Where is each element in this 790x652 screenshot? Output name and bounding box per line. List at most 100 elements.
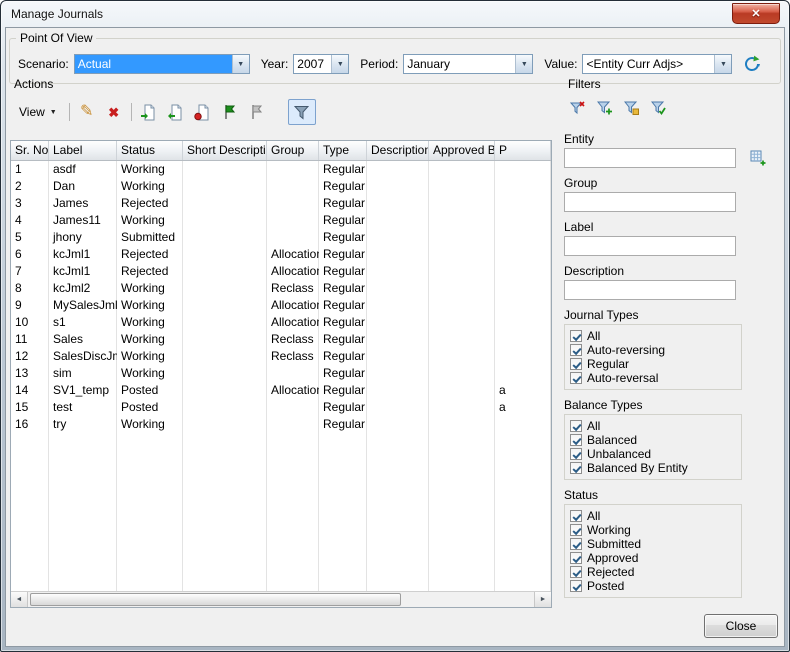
window-close-button[interactable]: ✕ xyxy=(732,3,780,24)
apply-filter-icon[interactable] xyxy=(649,98,669,118)
value-dropdown[interactable]: <Entity Curr Adjs> ▼ xyxy=(582,54,732,74)
checkbox-row[interactable]: All xyxy=(570,329,741,343)
year-dropdown[interactable]: 2007 ▼ xyxy=(293,54,349,74)
table-row[interactable]: 10s1WorkingAllocationRegular xyxy=(11,314,551,331)
close-icon: ✕ xyxy=(751,7,760,20)
checkbox-icon[interactable] xyxy=(570,330,582,342)
table-row[interactable]: 6kcJml1RejectedAllocationRegular xyxy=(11,246,551,263)
scrollbar-thumb[interactable] xyxy=(30,593,401,606)
table-row[interactable]: 13simWorkingRegular xyxy=(11,365,551,382)
scroll-left-button[interactable]: ◄ xyxy=(11,592,28,607)
checkbox-row[interactable]: Auto-reversing xyxy=(570,343,741,357)
table-cell: 4 xyxy=(11,212,49,229)
table-row[interactable]: 15testPostedRegulara xyxy=(11,399,551,416)
filter-icon[interactable] xyxy=(288,99,316,125)
checkbox-row[interactable]: All xyxy=(570,419,741,433)
table-row[interactable]: 14SV1_tempPostedAllocationRegulara xyxy=(11,382,551,399)
entity-filter-label: Entity xyxy=(564,132,766,146)
table-row[interactable]: 7kcJml1RejectedAllocationRegular xyxy=(11,263,551,280)
checkbox-icon[interactable] xyxy=(570,420,582,432)
group-filter-input[interactable] xyxy=(564,192,736,212)
checkbox-icon[interactable] xyxy=(570,344,582,356)
checkbox-icon[interactable] xyxy=(570,566,582,578)
scenario-dropdown[interactable]: Actual ▼ xyxy=(74,54,250,74)
view-menu-label: View xyxy=(19,105,45,119)
table-row[interactable]: 1asdfWorkingRegular xyxy=(11,161,551,178)
checkbox-row[interactable]: All xyxy=(570,509,741,523)
table-cell xyxy=(495,246,551,263)
checkbox-icon[interactable] xyxy=(570,434,582,446)
checkbox-icon[interactable] xyxy=(570,358,582,370)
checkbox-row[interactable]: Unbalanced xyxy=(570,447,741,461)
checkbox-row[interactable]: Submitted xyxy=(570,537,741,551)
checkbox-icon[interactable] xyxy=(570,448,582,460)
table-row[interactable]: 3JamesRejectedRegular xyxy=(11,195,551,212)
post-journal-icon[interactable] xyxy=(166,102,186,122)
column-header[interactable]: P xyxy=(495,141,551,160)
entity-picker-icon[interactable] xyxy=(749,150,766,167)
checkbox-row[interactable]: Posted xyxy=(570,579,741,593)
chevron-down-icon[interactable]: ▼ xyxy=(331,55,348,73)
horizontal-scrollbar[interactable]: ◄ ► xyxy=(11,591,551,607)
checkbox-icon[interactable] xyxy=(570,524,582,536)
approve-flag-icon[interactable] xyxy=(220,102,240,122)
checkbox-icon[interactable] xyxy=(570,552,582,564)
edit-filter-icon[interactable] xyxy=(622,98,642,118)
reset-filter-icon[interactable] xyxy=(568,98,588,118)
table-row[interactable]: 2DanWorkingRegular xyxy=(11,178,551,195)
checkbox-row[interactable]: Working xyxy=(570,523,741,537)
checkbox-row[interactable]: Rejected xyxy=(570,565,741,579)
column-header[interactable]: Type xyxy=(319,141,367,160)
journals-table: Sr. No.LabelStatusShort DescriptionGroup… xyxy=(10,140,552,608)
checkbox-icon[interactable] xyxy=(570,538,582,550)
table-row[interactable]: 5jhonySubmittedRegular xyxy=(11,229,551,246)
table-cell: Allocation xyxy=(267,297,319,314)
entity-filter-input[interactable] xyxy=(564,148,736,168)
view-menu-button[interactable]: View ▼ xyxy=(14,102,62,122)
unpost-journal-icon[interactable] xyxy=(193,102,213,122)
close-button[interactable]: Close xyxy=(704,614,778,638)
checkbox-icon[interactable] xyxy=(570,580,582,592)
chevron-down-icon[interactable]: ▼ xyxy=(714,55,731,73)
titlebar[interactable]: Manage Journals xyxy=(1,1,789,27)
checkbox-row[interactable]: Balanced xyxy=(570,433,741,447)
submit-journal-icon[interactable] xyxy=(139,102,159,122)
client-area: Point Of View Scenario: Actual ▼ Year: 2… xyxy=(5,27,785,647)
chevron-down-icon[interactable]: ▼ xyxy=(515,55,532,73)
column-header[interactable]: Approved By xyxy=(429,141,495,160)
reject-flag-icon[interactable] xyxy=(247,102,267,122)
column-header[interactable]: Group xyxy=(267,141,319,160)
chevron-down-icon[interactable]: ▼ xyxy=(232,55,249,73)
table-row[interactable]: 9MySalesJmlWorkingAllocationRegular xyxy=(11,297,551,314)
column-header[interactable]: Status xyxy=(117,141,183,160)
table-cell xyxy=(183,314,267,331)
column-header[interactable]: Sr. No. xyxy=(11,141,49,160)
table-row[interactable]: 16tryWorkingRegular xyxy=(11,416,551,433)
scroll-right-button[interactable]: ► xyxy=(534,592,551,607)
delete-journal-icon[interactable]: ✖ xyxy=(104,102,124,122)
column-header[interactable]: Short Description xyxy=(183,141,267,160)
checkbox-icon[interactable] xyxy=(570,510,582,522)
description-filter-input[interactable] xyxy=(564,280,736,300)
scrollbar-track[interactable] xyxy=(28,592,534,607)
table-row[interactable]: 12SalesDiscJmlWorkingReclassRegular xyxy=(11,348,551,365)
table-cell: Working xyxy=(117,297,183,314)
edit-journal-icon[interactable]: ✎ xyxy=(77,102,97,122)
checkbox-icon[interactable] xyxy=(570,462,582,474)
add-filter-icon[interactable] xyxy=(595,98,615,118)
checkbox-row[interactable]: Auto-reversal xyxy=(570,371,741,385)
column-header[interactable]: Description xyxy=(367,141,429,160)
column-header[interactable]: Label xyxy=(49,141,117,160)
table-row[interactable]: 11SalesWorkingReclassRegular xyxy=(11,331,551,348)
period-dropdown[interactable]: January ▼ xyxy=(403,54,533,74)
table-row[interactable]: 8kcJml2WorkingReclassRegular xyxy=(11,280,551,297)
checkbox-icon[interactable] xyxy=(570,372,582,384)
refresh-icon[interactable] xyxy=(741,53,763,75)
label-filter-input[interactable] xyxy=(564,236,736,256)
checkbox-row[interactable]: Approved xyxy=(570,551,741,565)
table-cell xyxy=(495,161,551,178)
checkbox-row[interactable]: Regular xyxy=(570,357,741,371)
table-cell xyxy=(495,348,551,365)
checkbox-row[interactable]: Balanced By Entity xyxy=(570,461,741,475)
table-row[interactable]: 4James11WorkingRegular xyxy=(11,212,551,229)
